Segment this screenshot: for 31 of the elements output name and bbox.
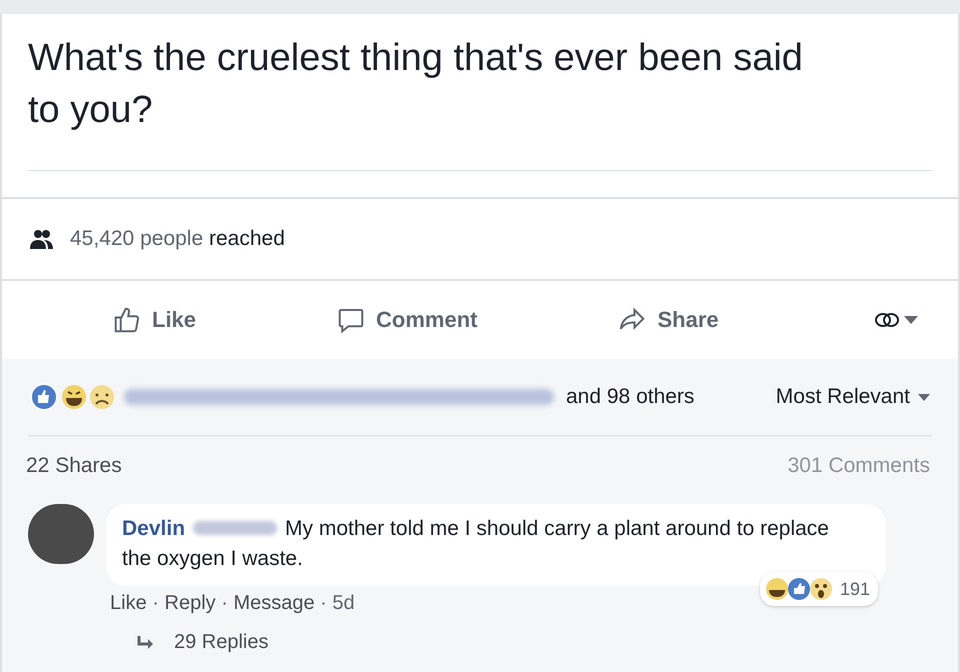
sort-dropdown[interactable]: Most Relevant <box>776 385 930 409</box>
audience-selector[interactable] <box>874 310 918 330</box>
separator-dot: · <box>320 592 327 614</box>
caret-icon <box>918 394 930 400</box>
comment-action-link[interactable]: Message <box>233 592 315 614</box>
like-button[interactable]: Like <box>112 305 196 335</box>
comment-text: Devlin My mother told me I should carry a plant around to replace the oxygen I waste. <box>122 516 830 572</box>
separator-dot: · <box>221 592 228 614</box>
reaction-summary: and 98 others <box>566 385 694 409</box>
separator-dot: · <box>152 592 159 614</box>
sad-face-icon <box>90 385 114 409</box>
like-reaction-icon <box>30 383 58 411</box>
reaction-icons <box>764 576 834 602</box>
reply-arrow-icon <box>136 636 154 650</box>
shares-count[interactable]: 22 Shares <box>26 454 122 478</box>
reach-label: reached <box>208 227 285 250</box>
caret-icon <box>904 316 918 324</box>
comment-button[interactable]: Comment <box>336 305 478 335</box>
laughing-face-icon <box>62 385 86 409</box>
comment-time: 5d <box>332 592 355 614</box>
people-icon <box>30 229 54 249</box>
reaction-count-badge[interactable]: 191 <box>760 572 878 606</box>
post-title: What's the cruelest thing that's ever been said to you? <box>27 36 804 133</box>
reaction-count: 191 <box>840 578 870 601</box>
comment-action-link[interactable]: Reply <box>164 592 216 614</box>
comment-action-link[interactable]: Like <box>110 592 147 614</box>
thumbs-up-icon <box>112 305 142 335</box>
share-button[interactable]: Share <box>617 305 719 335</box>
reach-count: 45,420 people <box>70 227 204 250</box>
replies-link[interactable]: 29 Replies <box>174 631 269 654</box>
comment-author[interactable]: Devlin <box>122 517 186 540</box>
